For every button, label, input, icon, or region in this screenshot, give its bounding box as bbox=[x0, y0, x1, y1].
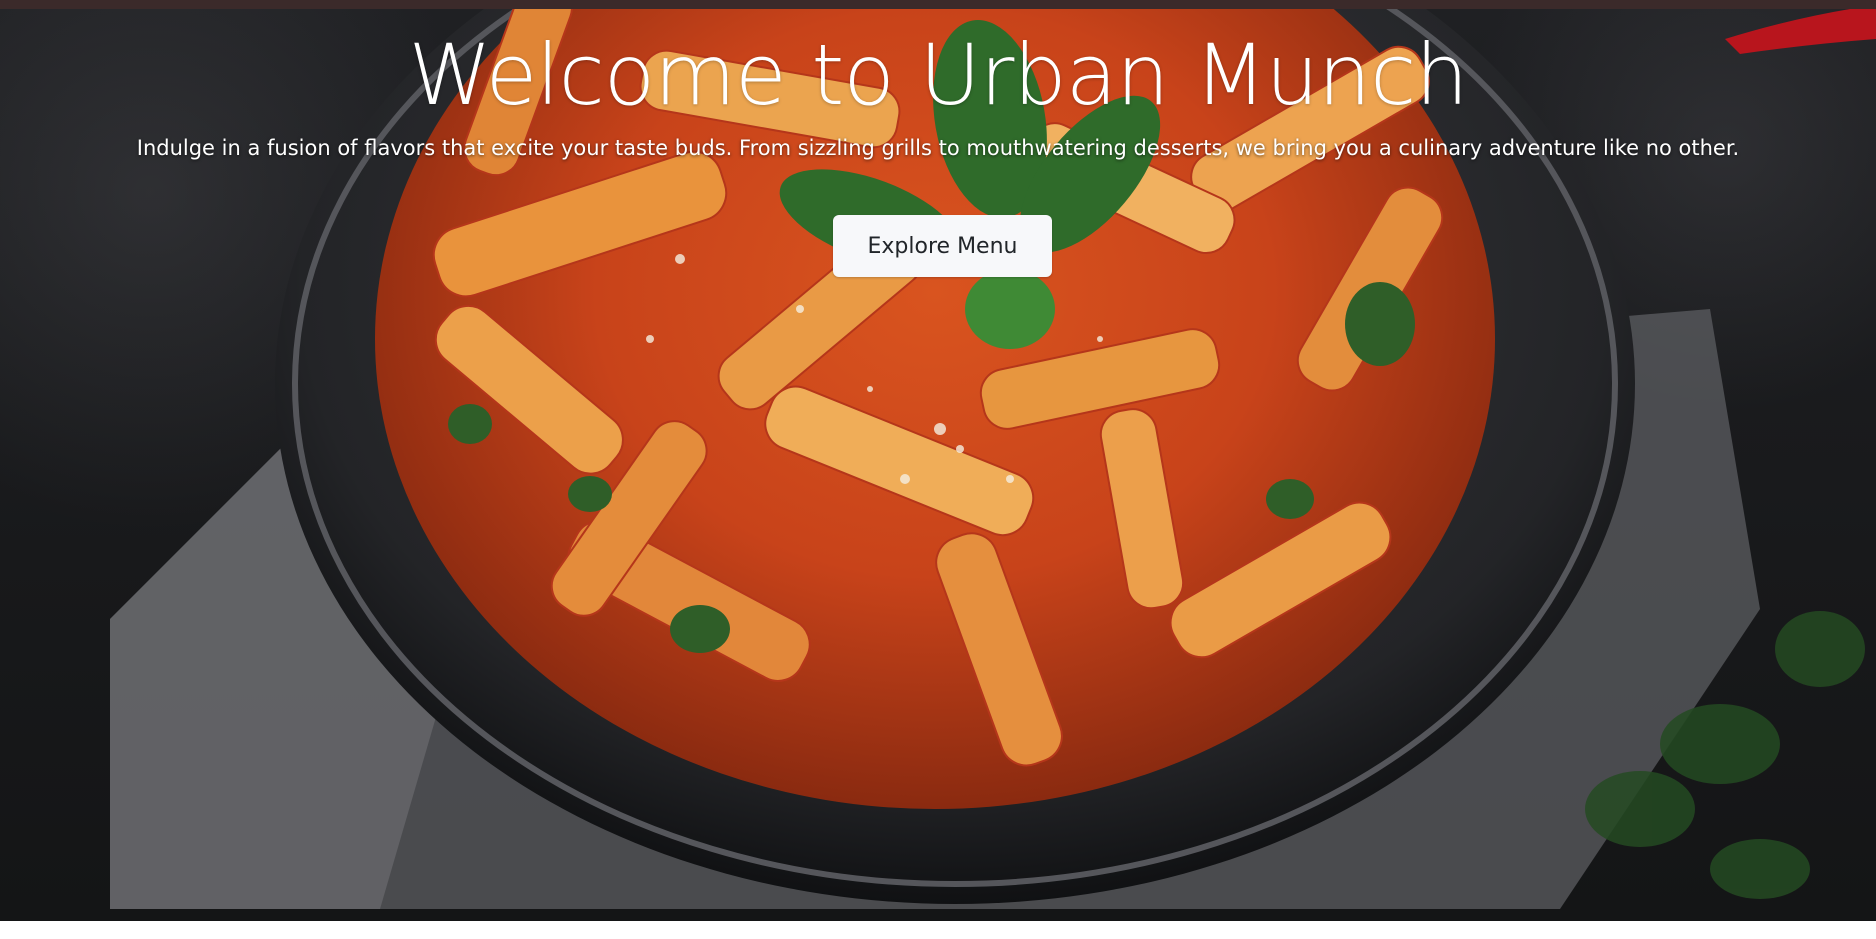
hero-title: Welcome to Urban Munch bbox=[408, 26, 1468, 124]
top-strip bbox=[0, 0, 1876, 9]
hero-section: Welcome to Urban Munch Indulge in a fusi… bbox=[0, 9, 1876, 921]
hero-subtitle: Indulge in a fusion of flavors that exci… bbox=[136, 136, 1740, 160]
explore-menu-button[interactable]: Explore Menu bbox=[833, 215, 1052, 277]
